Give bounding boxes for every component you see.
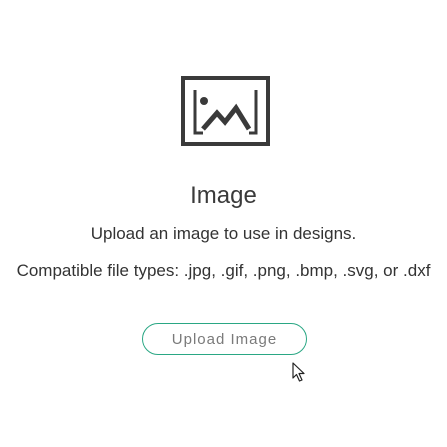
compatible-file-types: Compatible file types: .jpg, .gif, .png,… bbox=[16, 261, 431, 280]
mouse-pointer-icon bbox=[292, 362, 305, 382]
image-placeholder-icon bbox=[181, 76, 270, 146]
image-title: Image bbox=[190, 182, 257, 209]
upload-image-button[interactable]: Upload Image bbox=[142, 323, 307, 355]
upload-description: Upload an image to use in designs. bbox=[90, 224, 357, 243]
